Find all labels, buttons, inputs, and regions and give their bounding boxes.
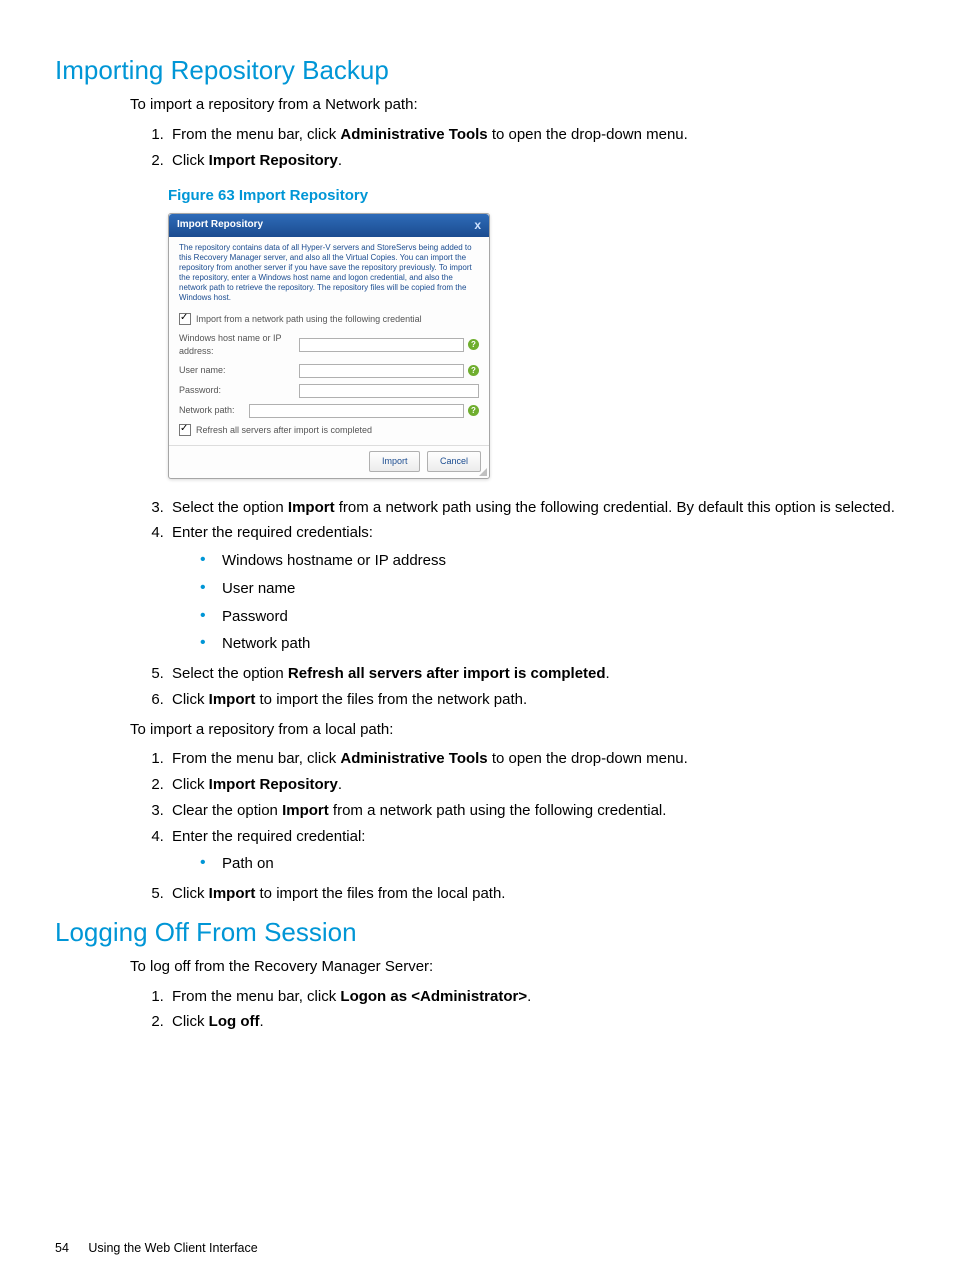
heading-importing-repository-backup: Importing Repository Backup bbox=[55, 55, 899, 86]
list-item: From the menu bar, click Administrative … bbox=[168, 748, 899, 770]
paragraph-intro-local: To import a repository from a local path… bbox=[130, 719, 899, 741]
checkbox-label: Import from a network path using the fol… bbox=[196, 313, 422, 326]
list-item: From the menu bar, click Logon as <Admin… bbox=[168, 986, 899, 1008]
credential-list: Windows hostname or IP address User name… bbox=[172, 550, 899, 655]
help-icon[interactable]: ? bbox=[468, 365, 479, 376]
list-item: Select the option Import from a network … bbox=[168, 497, 899, 519]
list-item: Enter the required credential: Path on bbox=[168, 826, 899, 876]
input-network-path[interactable] bbox=[249, 404, 464, 418]
list-item: Click Import to import the files from th… bbox=[168, 883, 899, 905]
steps-local-import: From the menu bar, click Administrative … bbox=[130, 748, 899, 905]
checkbox-import-network-path[interactable] bbox=[179, 313, 191, 325]
list-item: Click Log off. bbox=[168, 1011, 899, 1033]
figure-import-repository-dialog: Import Repository x The repository conta… bbox=[168, 213, 899, 479]
page-number: 54 bbox=[55, 1241, 69, 1255]
dialog-import-repository: Import Repository x The repository conta… bbox=[168, 213, 490, 479]
checkbox-label: Refresh all servers after import is comp… bbox=[196, 424, 372, 437]
heading-logging-off-from-session: Logging Off From Session bbox=[55, 917, 899, 948]
list-item: Click Import to import the files from th… bbox=[168, 689, 899, 711]
list-item: Network path bbox=[200, 633, 899, 655]
footer-title: Using the Web Client Interface bbox=[88, 1241, 257, 1255]
dialog-description: The repository contains data of all Hype… bbox=[179, 243, 479, 303]
steps-network-import-1: From the menu bar, click Administrative … bbox=[130, 124, 899, 172]
list-item: Path on bbox=[200, 853, 899, 875]
list-item: Windows hostname or IP address bbox=[200, 550, 899, 572]
cancel-button[interactable]: Cancel bbox=[427, 451, 481, 472]
paragraph-intro-network: To import a repository from a Network pa… bbox=[130, 94, 899, 116]
help-icon[interactable]: ? bbox=[468, 339, 479, 350]
help-icon[interactable]: ? bbox=[468, 405, 479, 416]
steps-logoff: From the menu bar, click Logon as <Admin… bbox=[130, 986, 899, 1034]
list-item: Password bbox=[200, 606, 899, 628]
page-footer: 54 Using the Web Client Interface bbox=[55, 1241, 258, 1255]
import-button[interactable]: Import bbox=[369, 451, 421, 472]
checkbox-refresh-servers[interactable] bbox=[179, 424, 191, 436]
label-password: Password: bbox=[179, 384, 299, 397]
list-item: Click Import Repository. bbox=[168, 150, 899, 172]
label-username: User name: bbox=[179, 364, 299, 377]
list-item: Click Import Repository. bbox=[168, 774, 899, 796]
input-password[interactable] bbox=[299, 384, 479, 398]
paragraph-intro-logoff: To log off from the Recovery Manager Ser… bbox=[130, 956, 899, 978]
dialog-title: Import Repository bbox=[177, 218, 263, 233]
list-item: From the menu bar, click Administrative … bbox=[168, 124, 899, 146]
list-item: User name bbox=[200, 578, 899, 600]
label-network-path: Network path: bbox=[179, 404, 249, 417]
list-item: Enter the required credentials: Windows … bbox=[168, 522, 899, 655]
list-item: Select the option Refresh all servers af… bbox=[168, 663, 899, 685]
figure-caption: Figure 63 Import Repository bbox=[168, 185, 899, 207]
steps-network-import-2: Select the option Import from a network … bbox=[130, 497, 899, 711]
credential-list-local: Path on bbox=[172, 853, 899, 875]
list-item: Clear the option Import from a network p… bbox=[168, 800, 899, 822]
resize-handle-icon[interactable] bbox=[479, 468, 487, 476]
input-hostname[interactable] bbox=[299, 338, 464, 352]
close-icon[interactable]: x bbox=[474, 220, 481, 230]
input-username[interactable] bbox=[299, 364, 464, 378]
label-hostname: Windows host name or IP address: bbox=[179, 332, 299, 358]
